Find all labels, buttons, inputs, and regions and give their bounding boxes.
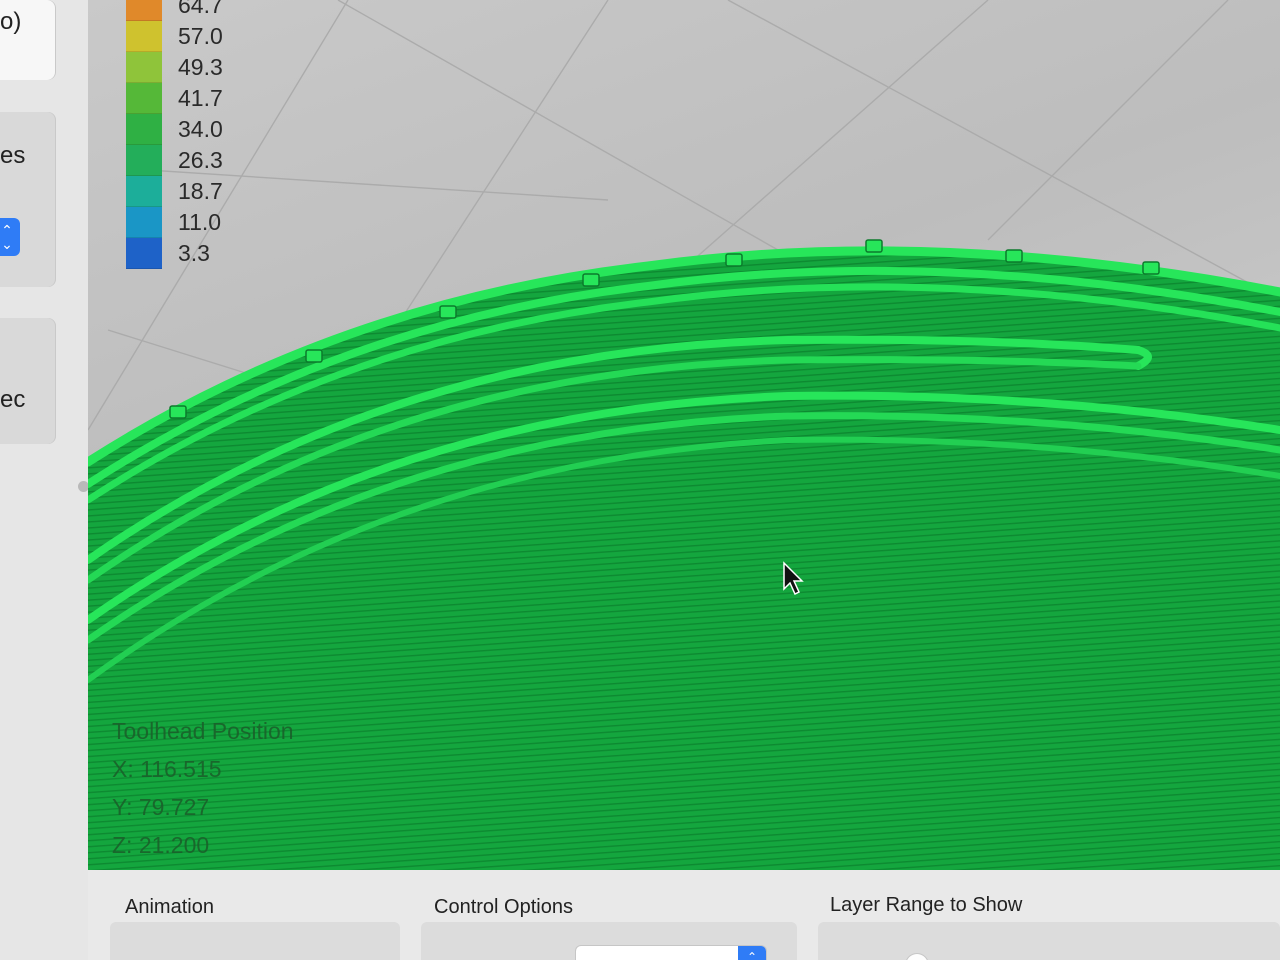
bottom-control-panel: Animation Control Options ⌃ Layer Range … [88,870,1280,960]
legend-value: 41.7 [178,85,223,111]
legend-swatch [126,176,162,207]
legend-row: 34.0 [126,114,326,145]
legend-value: 3.3 [178,240,210,266]
legend-value: 49.3 [178,54,223,80]
settings-sidebar: o) es ⌃ ⌄ ec [0,0,100,960]
legend-swatch [126,0,162,21]
sidebar-card-mid: es [0,112,56,287]
layer-range-section-title: Layer Range to Show [830,894,1023,916]
sidebar-card-top: o) [0,0,56,80]
layer-range-section [818,922,1280,960]
legend-value: 64.7 [178,0,223,18]
legend-row: 3.3 [126,238,326,269]
control-options-section-title: Control Options [434,896,573,918]
legend-row: 11.0 [126,207,326,238]
animation-section-title: Animation [125,896,214,918]
sidebar-low-text: ec [0,386,26,413]
legend-value: 34.0 [178,116,223,142]
legend-value: 26.3 [178,147,223,173]
legend-row: 49.3 [126,52,326,83]
legend-value: 57.0 [178,23,223,49]
legend-row: 26.3 [126,145,326,176]
gcode-preview-viewport[interactable]: 64.7 57.0 49.3 41.7 34.0 26.3 18.7 11.0 3.3 Tool… [88,0,1280,870]
legend-value: 11.0 [178,209,222,235]
toolhead-position-readout: Toolhead Position X: 116.515 Y: 79.727 Z… [112,712,294,864]
legend-swatch [126,207,162,238]
toolhead-z: Z: 21.200 [112,832,210,858]
speed-color-legend: 64.7 57.0 49.3 41.7 34.0 26.3 18.7 11.0 3.3 [126,0,326,269]
sidebar-mid-text: es [0,142,26,169]
animation-section [110,922,400,960]
app-window: o) es ⌃ ⌄ ec 64.7 57.0 49.3 41.7 34.0 26… [0,0,1280,960]
chevron-up-down-icon[interactable]: ⌃ [738,946,766,960]
control-options-select[interactable]: ⌃ [576,946,766,960]
legend-value: 18.7 [178,178,223,204]
legend-swatch [126,114,162,145]
sidebar-top-text: o) [0,8,22,35]
legend-swatch [126,21,162,52]
legend-row: 41.7 [126,83,326,114]
toolhead-title: Toolhead Position [112,718,294,744]
sidebar-card-low: ec [0,318,56,444]
legend-swatch [126,238,162,269]
legend-row: 57.0 [126,21,326,52]
legend-swatch [126,52,162,83]
legend-row: 64.7 [126,0,326,21]
toolhead-x: X: 116.515 [112,756,222,782]
toolhead-y: Y: 79.727 [112,794,210,820]
legend-row: 18.7 [126,176,326,207]
up-down-stepper-icon[interactable]: ⌃ ⌄ [0,218,20,256]
legend-swatch [126,83,162,114]
legend-swatch [126,145,162,176]
